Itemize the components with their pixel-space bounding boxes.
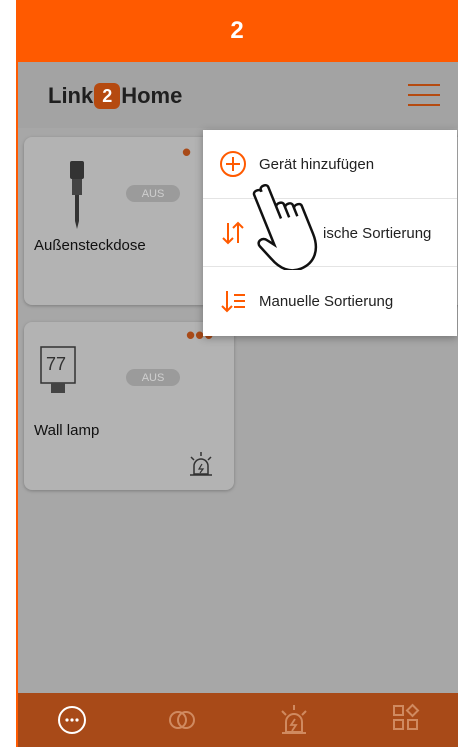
bottom-tab-bar	[18, 693, 458, 747]
app-screen: Link 2 Home AUS Außensteckdose ••• 77 AU…	[18, 62, 458, 747]
menu-item-manual-sort[interactable]: Manuelle Sortierung	[203, 266, 457, 335]
status-badge: AUS	[126, 185, 180, 202]
app-logo: Link 2 Home	[48, 82, 182, 110]
menu-label: ische Sortierung	[323, 224, 432, 242]
logo-text-home: Home	[121, 83, 183, 108]
logo-text-link: Link	[48, 83, 94, 108]
devices-tab-icon[interactable]	[54, 702, 90, 738]
menu-label: Manuelle Sortierung	[259, 292, 394, 310]
device-card-wall-lamp[interactable]: ••• 77 AUS Wall lamp	[24, 322, 234, 490]
thermostat-display: 77	[46, 354, 67, 374]
device-name: Wall lamp	[34, 422, 100, 439]
alarm-icon	[190, 452, 212, 476]
pointing-hand-icon	[252, 184, 318, 270]
more-options-icon[interactable]: •	[182, 139, 191, 165]
device-name: Außensteckdose	[34, 237, 146, 254]
menu-icon[interactable]	[408, 84, 440, 106]
app-header: Link 2 Home	[18, 62, 458, 128]
step-number: 2	[16, 0, 458, 62]
outdoor-socket-icon	[70, 161, 84, 229]
status-badge: AUS	[126, 369, 180, 386]
logo-number: 2	[94, 83, 121, 109]
more-tab-icon[interactable]	[388, 702, 424, 738]
manual-sort-icon	[221, 291, 245, 313]
alarm-tab-icon[interactable]	[276, 702, 312, 738]
scenes-tab-icon[interactable]	[164, 702, 200, 738]
